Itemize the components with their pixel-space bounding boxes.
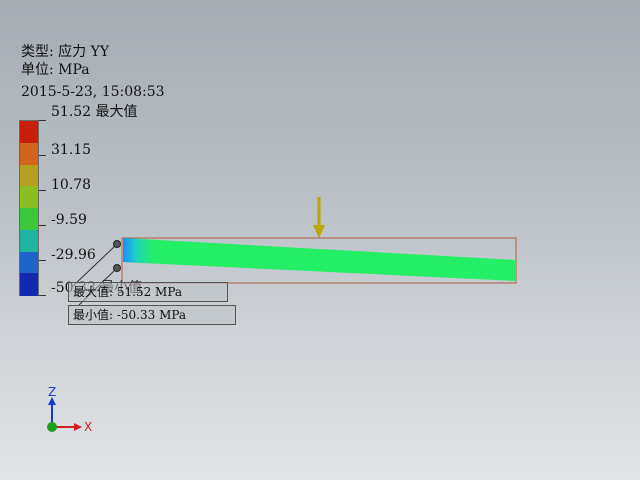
model-viewport[interactable]: Z X [0,0,640,480]
max-value-callout[interactable]: 最大值: 51.52 MPa [68,282,228,302]
load-arrow-icon [313,225,325,238]
min-probe-marker[interactable] [113,264,121,272]
max-probe-marker[interactable] [113,240,121,248]
min-value-callout[interactable]: 最小值: -50.33 MPa [68,305,236,325]
triad-z-label: Z [48,385,56,399]
triad-x-label: X [84,420,92,434]
triad-origin-icon [47,422,57,432]
stress-hotspot [123,238,160,264]
deformed-beam[interactable] [123,238,516,281]
max-probe-leader [71,243,118,288]
triad-x-arrow-icon [74,423,82,431]
